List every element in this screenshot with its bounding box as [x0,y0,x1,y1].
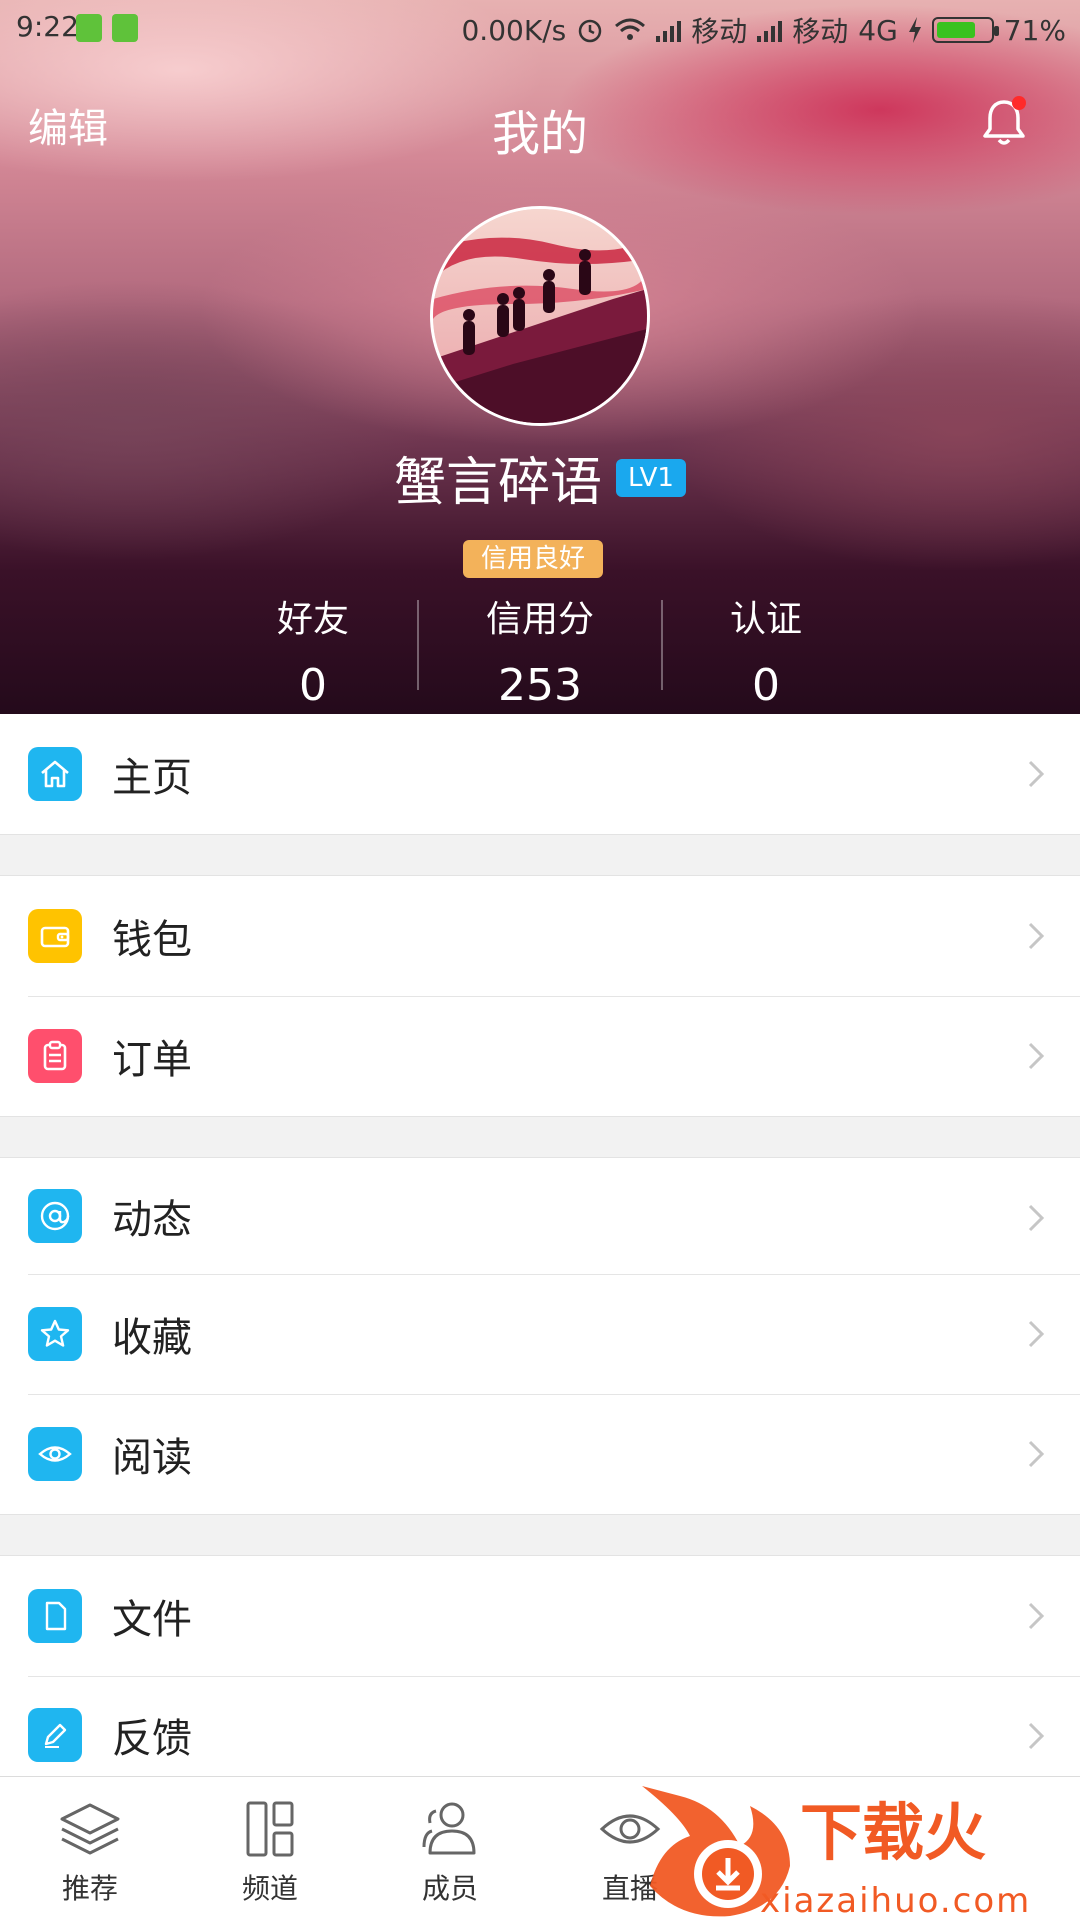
wallet-icon [28,909,82,963]
menu-item-favorites[interactable]: 收藏 [0,1274,1080,1394]
avatar-image [433,209,647,423]
carrier-2: 移动 [792,15,849,48]
battery-icon [931,17,999,43]
stat-value: 0 [752,660,780,711]
tab-label: 推荐 [61,1872,118,1905]
status-time: 9:22 [16,10,79,43]
menu-group: 文件 反馈 [0,1555,1080,1794]
menu-item-wallet[interactable]: 钱包 [0,876,1080,996]
carrier-1: 移动 [691,15,748,48]
home-icon [28,747,82,801]
chevron-right-icon [1028,922,1045,950]
menu-label: 收藏 [112,1315,192,1361]
menu-item-files[interactable]: 文件 [0,1556,1080,1676]
user-name-row: 蟹言碎语 LV1 [0,440,1080,515]
eye-icon [28,1427,82,1481]
stat-friends[interactable]: 好友 0 [193,590,433,711]
status-bar: 9:22 0.00K/s 移动 移动 4G 71% [0,0,1080,56]
clipboard-icon [28,1029,82,1083]
network-type: 4G [858,13,898,47]
stat-value: 0 [299,660,327,711]
notification-dot [1012,96,1026,110]
stat-value: 253 [498,660,582,711]
chevron-right-icon [1028,1320,1045,1348]
section-gap [0,1117,1080,1157]
page-title: 我的 [491,106,588,162]
level-badge: LV1 [616,458,686,497]
avatar[interactable] [430,206,650,426]
menu-item-orders[interactable]: 订单 [0,996,1080,1116]
layers-icon [60,1803,120,1855]
menu-group: 主页 [0,714,1080,835]
menu-label: 订单 [112,1037,192,1083]
tab-label: 成员 [421,1872,478,1905]
stat-label: 好友 [276,599,349,640]
signal-icon-2 [757,18,783,42]
android-icon [112,14,138,42]
menu-item-home[interactable]: 主页 [0,714,1080,834]
sim-icon [76,14,102,42]
chevron-right-icon [1028,1042,1045,1070]
menu-label: 反馈 [112,1716,192,1762]
menu-label: 文件 [112,1597,192,1643]
battery-percent: 71% [1003,13,1066,47]
star-icon [28,1307,82,1361]
watermark-logo: 下载火 xiazaihuo.com [642,1786,1031,1920]
chevron-right-icon [1028,1440,1045,1468]
credit-badge: 信用良好 [463,540,603,578]
file-icon [28,1589,82,1643]
menu-item-activity[interactable]: 动态 [0,1158,1080,1274]
divider [417,600,419,690]
pencil-icon [28,1708,82,1762]
section-gap [0,1515,1080,1555]
stat-credit[interactable]: 信用分 253 [420,590,660,711]
menu-label: 阅读 [112,1435,192,1481]
net-speed: 0.00K/s [461,13,567,47]
menu-list: 主页 钱包 订单 动态 收藏 阅读 文件 反馈 [0,714,1080,1794]
alarm-icon [578,19,602,43]
menu-label: 主页 [112,755,192,801]
user-name: 蟹言碎语 [394,453,603,513]
at-icon [28,1189,82,1243]
people-icon [422,1802,476,1855]
menu-group: 钱包 订单 [0,875,1080,1117]
section-gap [0,835,1080,875]
grid-icon [246,1801,294,1857]
svg-text:下载火: 下载火 [800,1796,986,1869]
tab-channel[interactable]: 频道 [180,1777,360,1920]
chevron-right-icon [1028,1602,1045,1630]
stat-label: 信用分 [485,599,594,640]
stat-label: 认证 [729,599,802,640]
profile-header: 9:22 0.00K/s 移动 移动 4G 71% 编辑 我的 蟹言碎语 LV1… [0,0,1080,714]
menu-group: 动态 收藏 阅读 [0,1157,1080,1515]
tab-members[interactable]: 成员 [360,1777,540,1920]
stat-verify[interactable]: 认证 0 [646,590,886,711]
chevron-right-icon [1028,1722,1045,1750]
wifi-icon [615,18,646,40]
tab-label: 频道 [241,1872,298,1905]
menu-item-reading[interactable]: 阅读 [0,1394,1080,1514]
menu-label: 动态 [112,1197,192,1243]
chevron-right-icon [1028,1204,1045,1232]
signal-icon [656,18,682,42]
chevron-right-icon [1028,760,1045,788]
battery-fill [936,22,976,38]
menu-label: 钱包 [112,917,192,963]
svg-text:xiazaihuo.com: xiazaihuo.com [760,1881,1031,1920]
tab-recommend[interactable]: 推荐 [0,1777,180,1920]
charging-icon [908,17,921,43]
